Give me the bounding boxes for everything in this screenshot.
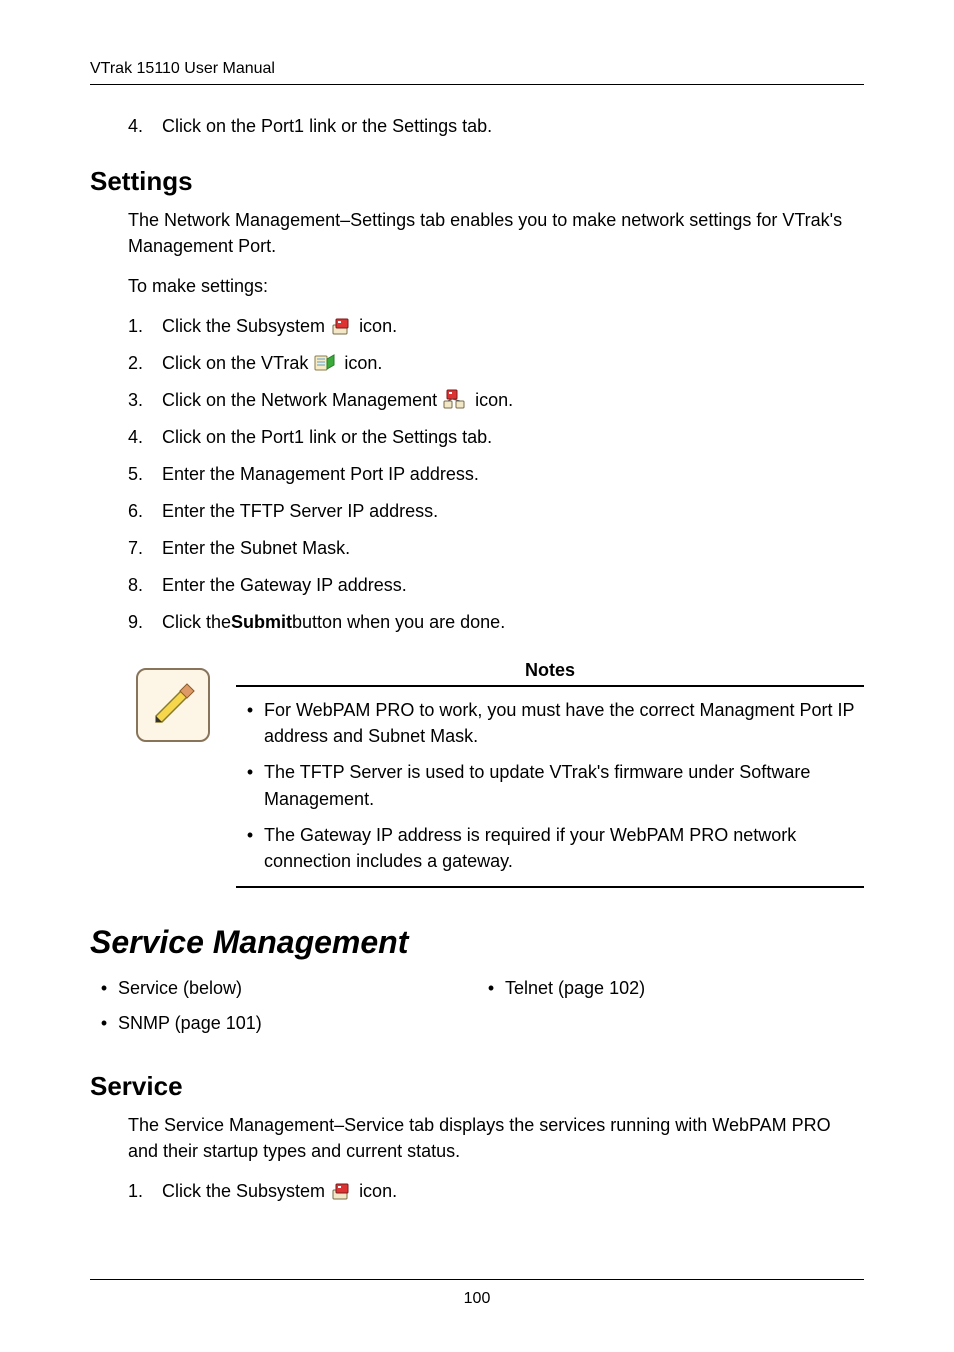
step-text-before: Click the Subsystem <box>162 313 325 340</box>
notes-list: • For WebPAM PRO to work, you must have … <box>236 697 864 874</box>
notes-item: • For WebPAM PRO to work, you must have … <box>236 697 864 749</box>
step-text-after: button when you are done. <box>292 609 505 636</box>
settings-step-9: 9. Click the Submit button when you are … <box>128 609 864 636</box>
step-text-after: icon. <box>344 350 382 377</box>
links-left-col: • Service (below) • SNMP (page 101) <box>90 975 477 1045</box>
bullet: • <box>90 1010 118 1037</box>
step-text: Click the Subsystem icon. <box>162 1178 864 1205</box>
step-text-before: Click the Subsystem <box>162 1178 325 1205</box>
step-number: 9. <box>128 609 162 636</box>
notes-title: Notes <box>236 660 864 681</box>
step-number: 2. <box>128 350 162 377</box>
step-text: Enter the Management Port IP address. <box>162 461 864 488</box>
service-intro: The Service Management–Service tab displ… <box>128 1112 864 1164</box>
subsystem-icon <box>331 1181 353 1203</box>
settings-step-1: 1. Click the Subsystem icon. <box>128 313 864 340</box>
header-rule <box>90 84 864 85</box>
page-number: 100 <box>464 1290 491 1307</box>
step-text-before: Click the <box>162 609 231 636</box>
step-text: Click on the Port1 link or the Settings … <box>162 113 864 140</box>
network-mgmt-icon <box>443 389 469 413</box>
settings-step-4: 4. Click on the Port1 link or the Settin… <box>128 424 864 451</box>
vtrak-icon <box>314 353 338 375</box>
step-text: Click on the Port1 link or the Settings … <box>162 424 864 451</box>
settings-step-6: 6. Enter the TFTP Server IP address. <box>128 498 864 525</box>
step-text: Click on the VTrak icon. <box>162 350 864 377</box>
submit-bold: Submit <box>231 609 292 636</box>
step-text: Enter the TFTP Server IP address. <box>162 498 864 525</box>
notes-item: • The TFTP Server is used to update VTra… <box>236 759 864 811</box>
settings-step-8: 8. Enter the Gateway IP address. <box>128 572 864 599</box>
step-text: Click on the Network Management icon. <box>162 387 864 414</box>
step-text-before: Click on the VTrak <box>162 350 308 377</box>
settings-heading: Settings <box>90 166 864 197</box>
step-number: 1. <box>128 313 162 340</box>
settings-step-3: 3. Click on the Network Management icon. <box>128 387 864 414</box>
settings-to-make: To make settings: <box>128 273 864 299</box>
step-text: Enter the Subnet Mask. <box>162 535 864 562</box>
step-text: Enter the Gateway IP address. <box>162 572 864 599</box>
running-header: VTrak 15110 User Manual <box>90 60 864 78</box>
service-step-1: 1. Click the Subsystem icon. <box>128 1178 864 1205</box>
notes-body: Notes • For WebPAM PRO to work, you must… <box>218 660 864 888</box>
service-mgmt-links: • Service (below) • SNMP (page 101) • Te… <box>90 975 864 1045</box>
subsystem-icon <box>331 316 353 338</box>
bullet: • <box>236 759 264 811</box>
notes-top-rule <box>236 685 864 687</box>
step-text: Click the Subsystem icon. <box>162 313 864 340</box>
step-text: Click the Submit button when you are don… <box>162 609 864 636</box>
page-footer: 100 <box>0 1279 954 1308</box>
links-right-col: • Telnet (page 102) <box>477 975 864 1045</box>
notes-item: • The Gateway IP address is required if … <box>236 822 864 874</box>
service-management-heading: Service Management <box>90 924 864 961</box>
bullet: • <box>90 975 118 1002</box>
step-text-before: Click on the Network Management <box>162 387 437 414</box>
step-text-after: icon. <box>359 1178 397 1205</box>
settings-step-5: 5. Enter the Management Port IP address. <box>128 461 864 488</box>
notes-icon-cell <box>128 660 218 888</box>
step-number: 1. <box>128 1178 162 1205</box>
notes-bottom-rule <box>236 886 864 888</box>
link-telnet: • Telnet (page 102) <box>477 975 864 1002</box>
bullet: • <box>236 822 264 874</box>
step-number: 4. <box>128 113 162 140</box>
link-snmp: • SNMP (page 101) <box>90 1010 477 1037</box>
step-number: 5. <box>128 461 162 488</box>
settings-step-7: 7. Enter the Subnet Mask. <box>128 535 864 562</box>
pencil-icon <box>136 668 210 742</box>
service-heading: Service <box>90 1071 864 1102</box>
step-number: 3. <box>128 387 162 414</box>
settings-step-2: 2. Click on the VTrak icon. <box>128 350 864 377</box>
step-number: 8. <box>128 572 162 599</box>
bullet: • <box>236 697 264 749</box>
notes-item-text: The TFTP Server is used to update VTrak'… <box>264 759 864 811</box>
notes-block: Notes • For WebPAM PRO to work, you must… <box>90 660 864 888</box>
link-text: Service (below) <box>118 975 477 1002</box>
prior-step-4: 4. Click on the Port1 link or the Settin… <box>128 113 864 140</box>
step-number: 7. <box>128 535 162 562</box>
step-text-after: icon. <box>475 387 513 414</box>
link-text: SNMP (page 101) <box>118 1010 477 1037</box>
step-number: 6. <box>128 498 162 525</box>
link-service: • Service (below) <box>90 975 477 1002</box>
footer-rule <box>90 1279 864 1280</box>
step-number: 4. <box>128 424 162 451</box>
bullet: • <box>477 975 505 1002</box>
notes-item-text: For WebPAM PRO to work, you must have th… <box>264 697 864 749</box>
notes-item-text: The Gateway IP address is required if yo… <box>264 822 864 874</box>
step-text-after: icon. <box>359 313 397 340</box>
link-text: Telnet (page 102) <box>505 975 864 1002</box>
settings-intro: The Network Management–Settings tab enab… <box>128 207 864 259</box>
